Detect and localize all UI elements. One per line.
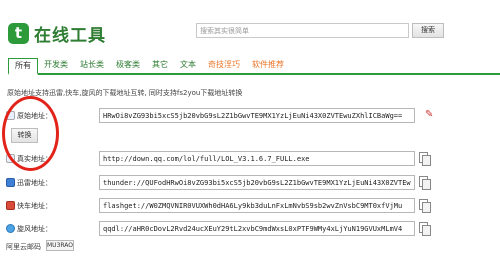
- row-real: 真实地址： http://down.qq.com/lol/full/LOL_V3…: [6, 151, 436, 166]
- copy-icon[interactable]: [419, 152, 431, 166]
- row-qqdl: 旋风地址： qqdl://aHR0cDovL2Rvd24ucXEuY29tL2x…: [6, 221, 436, 236]
- intro-text: 原始地址支持迅雷,快车,旋风的下载地址互转, 同时支持fs2you下载地址转换: [7, 89, 243, 97]
- ali-code-badge[interactable]: MU3RAO: [46, 240, 74, 251]
- qqdl-icon: [6, 224, 15, 233]
- original-url-input[interactable]: HRwOi8vZG93bi5xcS5jb20vbG9sL2Z1bGwvTE9MX…: [99, 108, 415, 123]
- real-url-input[interactable]: http://down.qq.com/lol/full/LOL_V3.1.6.7…: [99, 151, 415, 166]
- checkbox-icon[interactable]: [6, 154, 15, 163]
- copy-icon[interactable]: [419, 176, 431, 190]
- original-label: 原始地址：: [17, 112, 52, 120]
- copy-icon[interactable]: [419, 222, 431, 236]
- row-original: 原始地址： HRwOi8vZG93bi5xcS5jb20vbG9sL2Z1bGw…: [6, 108, 436, 123]
- tab-dev[interactable]: 开发类: [38, 58, 74, 73]
- logo-text: 在线工具: [34, 25, 106, 46]
- tab-other[interactable]: 其它: [146, 58, 174, 73]
- tab-webmaster[interactable]: 站长类: [74, 58, 110, 73]
- flashget-icon: [6, 201, 15, 210]
- real-label: 真实地址：: [17, 155, 52, 163]
- qqdl-url-input[interactable]: qqdl://aHR0cDovL2Rvd24ucXEuY29tL2xvbC9md…: [99, 221, 415, 236]
- tab-text[interactable]: 文本: [174, 58, 202, 73]
- copy-icon[interactable]: [419, 199, 431, 213]
- tab-software[interactable]: 软件推荐: [246, 58, 290, 73]
- flashget-label: 快车地址：: [17, 202, 52, 210]
- row-flashget: 快车地址： flashget://W0ZMQVNIR0VUXWh0dHA6Ly9…: [6, 198, 436, 213]
- site-logo[interactable]: t 在线工具: [8, 21, 106, 46]
- checkbox-icon[interactable]: [6, 111, 15, 120]
- thunder-url-input[interactable]: thunder://QUFodHRwOi8vZG93bi5xcS5jb20vbG…: [99, 175, 415, 190]
- ali-label: 阿里云邮码: [6, 243, 41, 251]
- logo-icon: t: [8, 22, 29, 44]
- tab-geek[interactable]: 极客类: [110, 58, 146, 73]
- tab-tricks[interactable]: 奇技淫巧: [202, 58, 246, 73]
- convert-button[interactable]: 转换: [11, 128, 38, 143]
- thunder-label: 迅雷地址：: [17, 179, 52, 187]
- thunder-icon: [6, 178, 15, 187]
- tab-all[interactable]: 所有: [8, 58, 38, 75]
- pencil-icon[interactable]: ✎: [425, 109, 433, 120]
- search-button[interactable]: 搜索: [412, 23, 444, 38]
- row-thunder: 迅雷地址： thunder://QUFodHRwOi8vZG93bi5xcS5j…: [6, 175, 436, 190]
- search-input[interactable]: 搜索其实很简单: [196, 23, 409, 38]
- category-tabs: 所有 开发类 站长类 极客类 其它 文本 奇技淫巧 软件推荐: [8, 58, 500, 75]
- flashget-url-input[interactable]: flashget://W0ZMQVNIR0VUXWh0dHA6Ly9kb3duL…: [99, 198, 415, 213]
- qqdl-label: 旋风地址：: [17, 225, 52, 233]
